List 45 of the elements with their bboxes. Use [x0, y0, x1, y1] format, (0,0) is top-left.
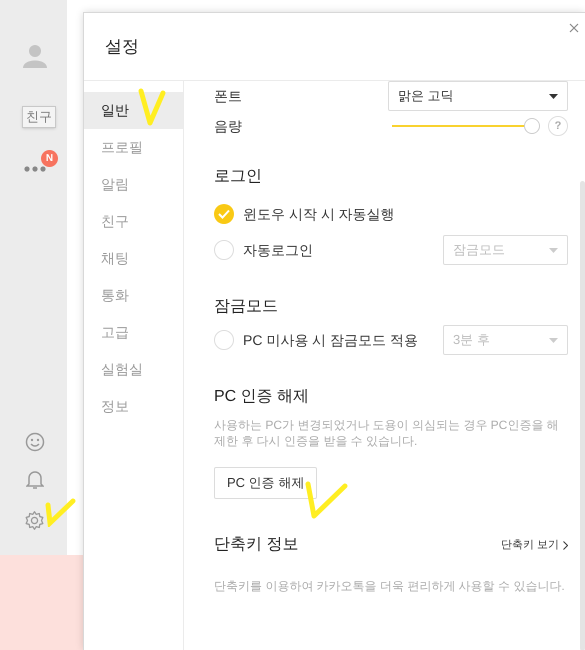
- more-icon[interactable]: [24, 166, 46, 172]
- close-icon[interactable]: [569, 23, 579, 33]
- caret-icon: [549, 94, 558, 98]
- annotation-checkmark-drawing: [137, 87, 167, 127]
- check-icon: [218, 209, 230, 219]
- option-label: 윈도우 시작 시 자동실행: [243, 204, 396, 224]
- option-label: PC 미사용 시 잠금모드 적용: [243, 330, 420, 350]
- section-heading: 잠금모드: [214, 297, 279, 317]
- nav-item[interactable]: 알림: [84, 166, 183, 203]
- pc-auth-button[interactable]: PC 인증 해제: [214, 467, 318, 499]
- setting-label: 폰트: [214, 86, 242, 106]
- nav-item[interactable]: 채팅: [84, 240, 183, 277]
- section-heading: 로그인: [214, 167, 263, 187]
- volume-slider[interactable]: [392, 118, 540, 134]
- nav-item[interactable]: 고급: [84, 314, 183, 351]
- nav-item[interactable]: 친구: [84, 203, 183, 240]
- dialog-title: 설정: [105, 36, 139, 58]
- setting-label: 음량: [214, 116, 243, 136]
- description-text: 사용하는 PC가 변경되었거나 도용이 의심되는 경우 PC인증을 해제한 후 다시 인증을 받을 수 있습니다.: [214, 417, 560, 449]
- help-button[interactable]: ?: [548, 116, 568, 136]
- section-heading: 단축키 정보: [214, 535, 298, 555]
- bell-icon[interactable]: [26, 470, 44, 490]
- nav-item[interactable]: 통화: [84, 277, 183, 314]
- nav-item[interactable]: 프로필: [84, 129, 183, 166]
- scrollbar[interactable]: [580, 181, 585, 650]
- radio-check[interactable]: [214, 204, 234, 224]
- caret-icon: [549, 248, 558, 252]
- description-text: 단축키를 이용하여 카카오톡을 더욱 편리하게 사용할 수 있습니다.: [214, 578, 566, 595]
- radio-check[interactable]: [214, 330, 234, 350]
- option-label: 자동로그인: [243, 240, 314, 260]
- settings-icon[interactable]: [24, 510, 45, 531]
- nav-item[interactable]: 일반: [84, 92, 183, 129]
- chevron-icon: [563, 540, 568, 550]
- dropdown[interactable]: 맑은 고딕: [388, 81, 568, 111]
- nav-item[interactable]: 실험실: [84, 351, 183, 388]
- section-heading: PC 인증 해제: [214, 387, 310, 407]
- radio-check[interactable]: [214, 240, 234, 260]
- shortcut-link[interactable]: 단축키 보기: [500, 536, 568, 554]
- nav-item[interactable]: 정보: [84, 388, 183, 425]
- annotation-checkmark-drawing: [44, 497, 76, 527]
- person-icon[interactable]: [23, 44, 47, 68]
- caret-icon: [549, 338, 558, 342]
- emoticon-icon[interactable]: [25, 432, 45, 452]
- annotation-checkmark-drawing: [304, 480, 348, 520]
- tooltip: 친구: [22, 106, 56, 128]
